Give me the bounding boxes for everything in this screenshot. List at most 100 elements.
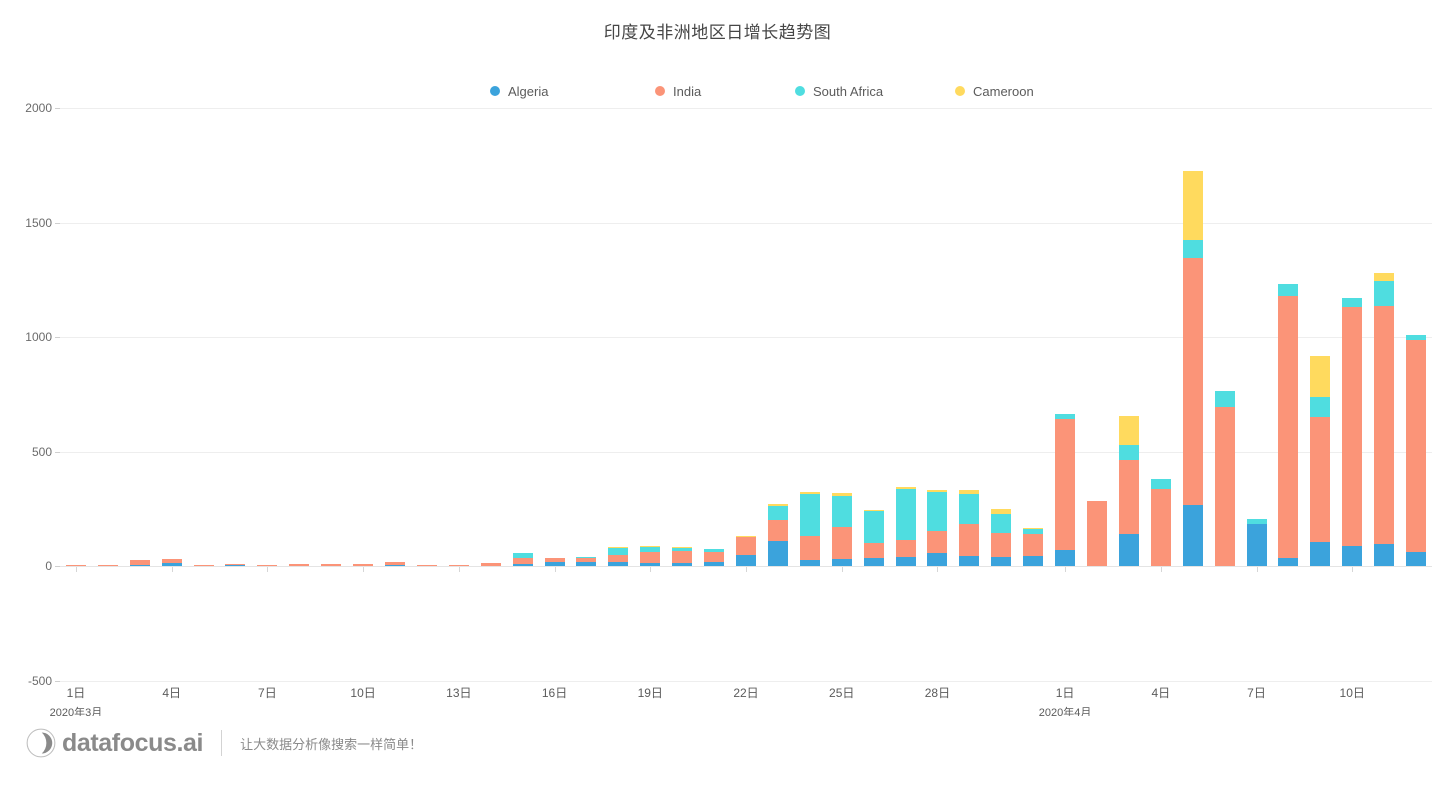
- bar-segment-algeria[interactable]: [576, 561, 597, 566]
- bar-segment-india[interactable]: [385, 561, 406, 566]
- bar-segment-south-africa[interactable]: [767, 506, 788, 520]
- bar-stack[interactable]: [736, 535, 756, 566]
- bar-segment-cameroon[interactable]: [1118, 416, 1139, 446]
- bar-stack[interactable]: [1214, 391, 1235, 566]
- bar-segment-india[interactable]: [1118, 459, 1139, 535]
- bar-stack[interactable]: [257, 564, 278, 566]
- bar-segment-algeria[interactable]: [895, 556, 916, 566]
- bar-segment-south-africa[interactable]: [895, 489, 916, 540]
- bar-segment-south-africa[interactable]: [1246, 519, 1267, 524]
- bar-segment-algeria[interactable]: [640, 562, 661, 566]
- bar-segment-india[interactable]: [1055, 419, 1076, 550]
- bar-segment-south-africa[interactable]: [863, 511, 884, 543]
- bar-segment-india[interactable]: [480, 563, 501, 566]
- bar-segment-south-africa[interactable]: [1406, 335, 1427, 340]
- bar-stack[interactable]: [1310, 355, 1331, 566]
- bar-segment-south-africa[interactable]: [1118, 445, 1139, 460]
- bar-segment-algeria[interactable]: [1406, 551, 1427, 566]
- bar-segment-india[interactable]: [129, 560, 150, 565]
- bar-segment-south-africa[interactable]: [576, 556, 597, 558]
- bar-segment-south-africa[interactable]: [1342, 298, 1363, 307]
- bar-stack[interactable]: [640, 546, 661, 566]
- bar-segment-algeria[interactable]: [1342, 545, 1363, 566]
- bar-segment-india[interactable]: [1150, 489, 1171, 566]
- bar-segment-south-africa[interactable]: [991, 513, 1012, 533]
- bar-stack[interactable]: [991, 509, 1012, 566]
- bar-stack[interactable]: [385, 561, 406, 566]
- bar-segment-algeria[interactable]: [1182, 505, 1203, 566]
- bar-stack[interactable]: [1374, 272, 1395, 566]
- bar-segment-india[interactable]: [544, 558, 565, 563]
- bar-stack[interactable]: [1055, 413, 1076, 566]
- bar-segment-algeria[interactable]: [1055, 549, 1076, 566]
- bar-segment-india[interactable]: [1182, 258, 1203, 506]
- bar-stack[interactable]: [161, 559, 182, 566]
- bar-stack[interactable]: [289, 564, 310, 566]
- bar-segment-south-africa[interactable]: [640, 547, 661, 553]
- bar-stack[interactable]: [1406, 335, 1427, 566]
- bar-segment-south-africa[interactable]: [704, 548, 725, 552]
- bar-stack[interactable]: [353, 564, 374, 566]
- bar-segment-algeria[interactable]: [1246, 523, 1267, 566]
- bar-stack[interactable]: [1023, 527, 1044, 566]
- bar-stack[interactable]: [799, 492, 820, 566]
- bar-segment-algeria[interactable]: [512, 564, 533, 566]
- bar-segment-cameroon[interactable]: [959, 490, 980, 495]
- bar-stack[interactable]: [959, 490, 980, 566]
- bar-segment-cameroon[interactable]: [1310, 355, 1331, 398]
- bar-segment-algeria[interactable]: [799, 560, 820, 566]
- bar-segment-south-africa[interactable]: [1278, 283, 1299, 296]
- bar-segment-cameroon[interactable]: [640, 546, 661, 548]
- bar-stack[interactable]: [1246, 519, 1267, 566]
- bar-segment-cameroon[interactable]: [1182, 171, 1203, 241]
- bar-segment-india[interactable]: [895, 539, 916, 557]
- bar-stack[interactable]: [321, 564, 342, 566]
- bar-stack[interactable]: [672, 546, 693, 566]
- bar-stack[interactable]: [416, 564, 437, 566]
- bar-segment-algeria[interactable]: [863, 558, 884, 566]
- bar-segment-cameroon[interactable]: [863, 510, 884, 512]
- bar-stack[interactable]: [1150, 479, 1171, 566]
- bar-stack[interactable]: [608, 547, 629, 566]
- bar-segment-south-africa[interactable]: [672, 547, 693, 552]
- bar-stack[interactable]: [480, 563, 501, 566]
- bar-segment-cameroon[interactable]: [672, 546, 693, 548]
- bar-segment-india[interactable]: [672, 551, 693, 563]
- bar-segment-india[interactable]: [640, 552, 661, 563]
- bar-stack[interactable]: [129, 560, 150, 566]
- bar-segment-india[interactable]: [767, 519, 788, 541]
- bar-segment-algeria[interactable]: [1118, 534, 1139, 566]
- bar-segment-algeria[interactable]: [161, 563, 182, 566]
- bar-segment-india[interactable]: [1310, 417, 1331, 543]
- bar-segment-south-africa[interactable]: [608, 548, 629, 556]
- bar-segment-south-africa[interactable]: [799, 493, 820, 536]
- bar-segment-cameroon[interactable]: [895, 487, 916, 490]
- bar-segment-india[interactable]: [831, 527, 852, 560]
- bar-segment-cameroon[interactable]: [927, 489, 948, 492]
- bar-segment-cameroon[interactable]: [736, 535, 756, 537]
- bar-segment-india[interactable]: [289, 564, 310, 566]
- bar-segment-cameroon[interactable]: [1023, 527, 1044, 529]
- bar-segment-algeria[interactable]: [129, 564, 150, 566]
- bar-segment-india[interactable]: [353, 564, 374, 566]
- bar-stack[interactable]: [1278, 283, 1299, 566]
- bar-stack[interactable]: [97, 564, 118, 566]
- bar-segment-algeria[interactable]: [608, 562, 629, 566]
- bar-segment-south-africa[interactable]: [959, 494, 980, 524]
- bar-segment-algeria[interactable]: [736, 554, 756, 566]
- bar-segment-india[interactable]: [1278, 295, 1299, 558]
- bar-segment-india[interactable]: [321, 564, 342, 566]
- bar-segment-india[interactable]: [1023, 533, 1044, 556]
- bar-segment-algeria[interactable]: [704, 561, 725, 566]
- bar-segment-algeria[interactable]: [1310, 542, 1331, 566]
- bar-stack[interactable]: [576, 556, 597, 566]
- bar-stack[interactable]: [1118, 416, 1139, 566]
- bar-segment-india[interactable]: [927, 530, 948, 553]
- bar-segment-india[interactable]: [863, 542, 884, 559]
- bar-segment-algeria[interactable]: [1278, 557, 1299, 566]
- bar-stack[interactable]: [544, 558, 565, 566]
- bar-stack[interactable]: [512, 552, 533, 566]
- bar-stack[interactable]: [863, 510, 884, 566]
- bar-segment-south-africa[interactable]: [927, 491, 948, 531]
- bar-segment-algeria[interactable]: [544, 562, 565, 566]
